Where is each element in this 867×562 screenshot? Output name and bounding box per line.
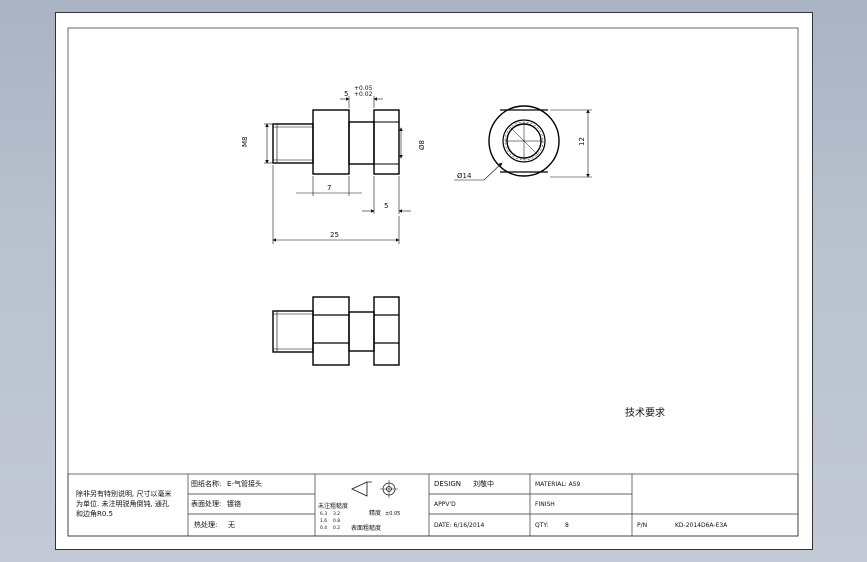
finish: FINISH — [535, 501, 555, 508]
notes-line-1: 除非另有特别说明, 尺寸以毫米 — [76, 489, 171, 498]
pn-value: KD-2014D6A-E3A — [675, 522, 728, 529]
tech-requirements: 技术要求 — [625, 406, 665, 419]
front-view — [272, 109, 400, 175]
design-label: DESIGN — [434, 480, 461, 488]
accuracy-label: 精度 — [369, 509, 381, 517]
engineering-drawing: M8 +0.05 +0.02 5 7 5 25 Ø8 12 Ø14 技术要求 除… — [67, 27, 799, 537]
approved: APPV'D — [434, 501, 456, 508]
notes-line-2: 为单位. 未注明锐角倒钝, 通孔 — [76, 499, 169, 508]
heat-label: 热处理: — [194, 520, 217, 529]
dim-5-bottom: 5 — [384, 202, 388, 210]
material: MATERIAL: AS9 — [535, 481, 580, 488]
dim-phi14: Ø14 — [457, 172, 472, 180]
rough-val-6: 0.2 — [333, 525, 340, 531]
dim-phi8: Ø8 — [418, 140, 426, 150]
surface-value: 镀铬 — [227, 499, 241, 508]
part-name: E-气管接头 — [227, 479, 262, 488]
part-name-label: 图纸名称: — [191, 479, 221, 488]
heat-value: 无 — [228, 521, 235, 529]
pn-label: P/N — [637, 522, 647, 529]
top-view — [272, 296, 400, 366]
front-dimensions — [264, 96, 411, 244]
dim-tol-minus: +0.02 — [354, 91, 373, 98]
design-value: 刘敬中 — [473, 479, 494, 488]
surface-rough-label: 表面粗糙度 — [351, 524, 381, 532]
dim-7: 7 — [327, 184, 331, 192]
rough-val-2: 3.2 — [333, 511, 340, 517]
rough-val-1: 6.3 — [320, 511, 327, 517]
accuracy-value: ±0.05 — [385, 511, 400, 517]
qty-value: 8 — [565, 522, 569, 529]
notes-line-3: 和边角R0.5 — [76, 509, 113, 518]
dim-m8: M8 — [241, 137, 249, 148]
date: DATE: 6/16/2014 — [434, 522, 484, 529]
surface-label: 表面处理: — [191, 499, 221, 508]
qty-label: QTY: — [535, 522, 548, 529]
dim-5-top: 5 — [344, 90, 348, 98]
side-view — [488, 105, 560, 177]
rough-label: 未注粗糙度 — [318, 502, 348, 510]
rough-val-3: 1.6 — [320, 518, 327, 524]
inner-border — [67, 27, 799, 537]
dim-12: 12 — [578, 137, 586, 146]
rough-val-5: 0.4 — [320, 525, 327, 531]
dim-25: 25 — [330, 231, 339, 239]
rough-val-4: 0.8 — [333, 518, 340, 524]
